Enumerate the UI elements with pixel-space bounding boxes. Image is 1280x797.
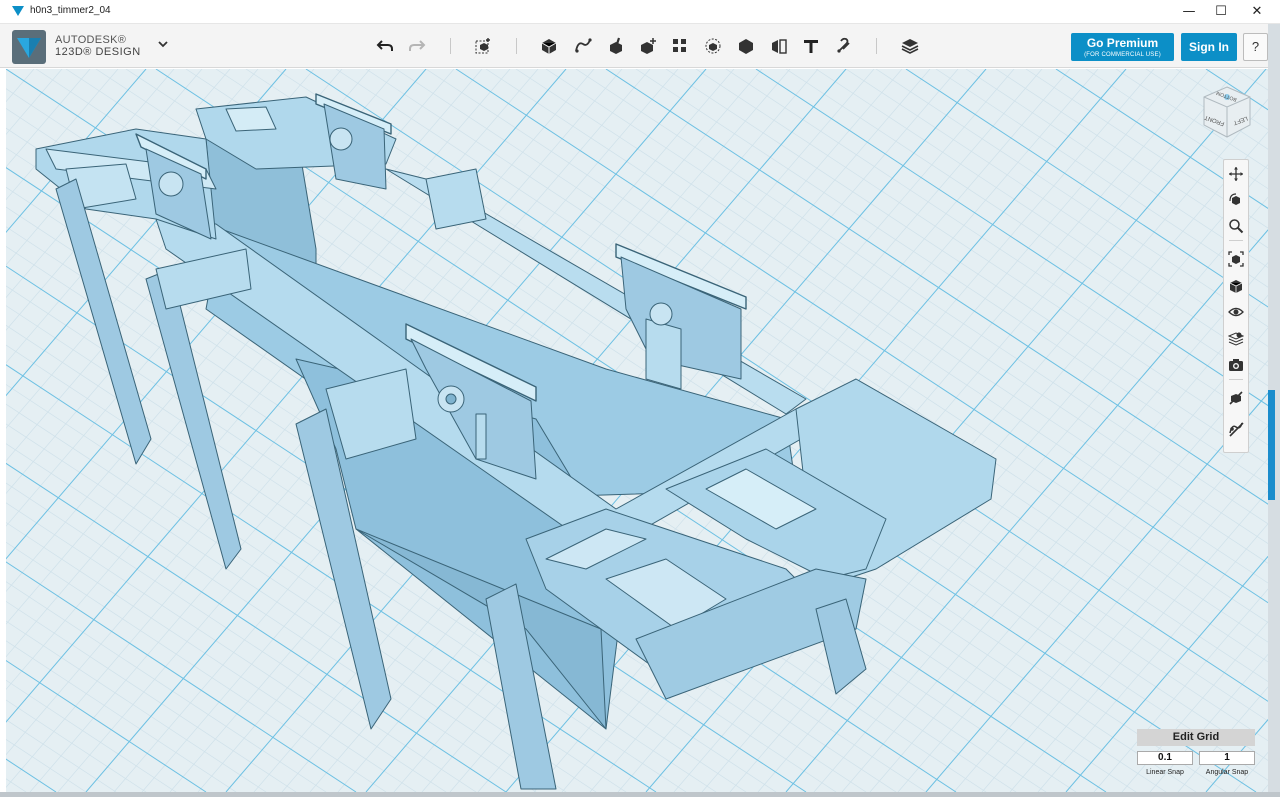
snap-button[interactable] [832, 34, 856, 58]
view-mode-icon [1229, 280, 1243, 293]
brand-product: 123D® DESIGN [55, 46, 141, 58]
grid-settings-panel: Edit Grid 0.1 1 Linear Snap Angular Snap [1137, 729, 1255, 781]
bottom-edge [0, 792, 1280, 797]
sketch-visibility-button[interactable] [1227, 420, 1245, 438]
go-premium-sublabel: (FOR COMMERCIAL USE) [1084, 52, 1161, 58]
screenshot-icon [1229, 359, 1243, 371]
go-premium-label: Go Premium [1086, 36, 1159, 50]
sketch-button[interactable] [571, 34, 595, 58]
app-menu-logo-icon[interactable] [12, 30, 46, 64]
toolbar-divider [876, 38, 877, 54]
angular-snap-input[interactable]: 1 [1199, 751, 1255, 765]
material-button[interactable] [898, 34, 922, 58]
pan-button[interactable] [1227, 165, 1245, 183]
main-toolbar: AUTODESK® 123D® DESIGN Go Premium (FOR C… [0, 24, 1280, 68]
brand-company: AUTODESK® [55, 34, 127, 46]
visibility-icon [1228, 307, 1244, 317]
fit-button[interactable] [1227, 250, 1245, 268]
redo-button[interactable] [405, 34, 429, 58]
side-panel-toggle[interactable] [1268, 390, 1275, 500]
minimize-button[interactable]: — [1172, 2, 1206, 22]
transform-button[interactable] [471, 34, 495, 58]
construct-button[interactable] [604, 34, 628, 58]
chevron-down-icon[interactable] [156, 37, 170, 51]
grid-snap-button[interactable] [1227, 389, 1245, 407]
navigation-bar [1223, 159, 1249, 453]
visibility-button[interactable] [1227, 303, 1245, 321]
sketch-icon [575, 38, 592, 53]
edit-grid-button[interactable]: Edit Grid [1137, 729, 1255, 746]
linear-snap-label: Linear Snap [1146, 769, 1184, 776]
text-icon [804, 40, 818, 53]
orbit-button[interactable] [1227, 191, 1245, 209]
angular-snap-label: Angular Snap [1205, 769, 1249, 776]
close-button[interactable]: ✕ [1240, 2, 1274, 22]
app-logo-icon [12, 6, 24, 16]
go-premium-button[interactable]: Go Premium (FOR COMMERCIAL USE) [1071, 33, 1174, 61]
construct-icon [610, 37, 622, 54]
primitives-button[interactable] [537, 34, 561, 58]
modify-button[interactable] [636, 34, 660, 58]
combine-button[interactable] [734, 34, 758, 58]
model-timber-frame [35, 93, 997, 790]
sketch-visibility-icon [1229, 422, 1244, 437]
orbit-icon [1229, 193, 1240, 205]
primitives-icon [541, 39, 557, 54]
toolbar-divider [516, 38, 517, 54]
toolbar-divider [450, 38, 451, 54]
text-button[interactable] [799, 34, 823, 58]
screenshot-button[interactable] [1227, 356, 1245, 374]
modify-icon [641, 38, 656, 54]
material-toggle-button[interactable] [1227, 329, 1245, 347]
navbar-divider [1229, 240, 1243, 241]
linear-snap-input[interactable]: 0.1 [1137, 751, 1193, 765]
undo-button[interactable] [373, 34, 397, 58]
window-title: h0n3_timmer2_04 [30, 5, 111, 16]
3d-viewport[interactable]: BOTTOM LEFT FRONT Edit Grid 0.1 1 Linear… [6, 69, 1268, 792]
combine-icon [739, 39, 753, 54]
measure-button[interactable] [767, 34, 791, 58]
pattern-button[interactable] [668, 34, 692, 58]
zoom-button[interactable] [1227, 217, 1245, 235]
material-icon [901, 39, 919, 54]
grouping-icon [705, 38, 721, 54]
measure-icon [772, 39, 787, 54]
pan-icon [1229, 167, 1243, 181]
window-titlebar: h0n3_timmer2_04 — ☐ ✕ [0, 0, 1280, 24]
navbar-divider [1229, 379, 1243, 380]
fit-icon [1228, 251, 1244, 267]
view-mode-button[interactable] [1227, 277, 1245, 295]
transform-icon [475, 38, 490, 54]
redo-icon [409, 40, 426, 51]
view-cube[interactable]: BOTTOM LEFT FRONT [1198, 83, 1256, 141]
grouping-button[interactable] [701, 34, 725, 58]
workplane-scene [6, 69, 1268, 792]
sign-in-button[interactable]: Sign In [1181, 33, 1237, 61]
material-toggle-icon [1228, 332, 1244, 346]
pattern-icon [673, 39, 686, 52]
grid-snap-icon [1229, 391, 1243, 405]
snap-icon [837, 37, 850, 53]
undo-icon [376, 40, 393, 51]
maximize-button[interactable]: ☐ [1204, 2, 1238, 22]
zoom-icon [1229, 219, 1244, 234]
help-button[interactable]: ? [1243, 33, 1268, 61]
